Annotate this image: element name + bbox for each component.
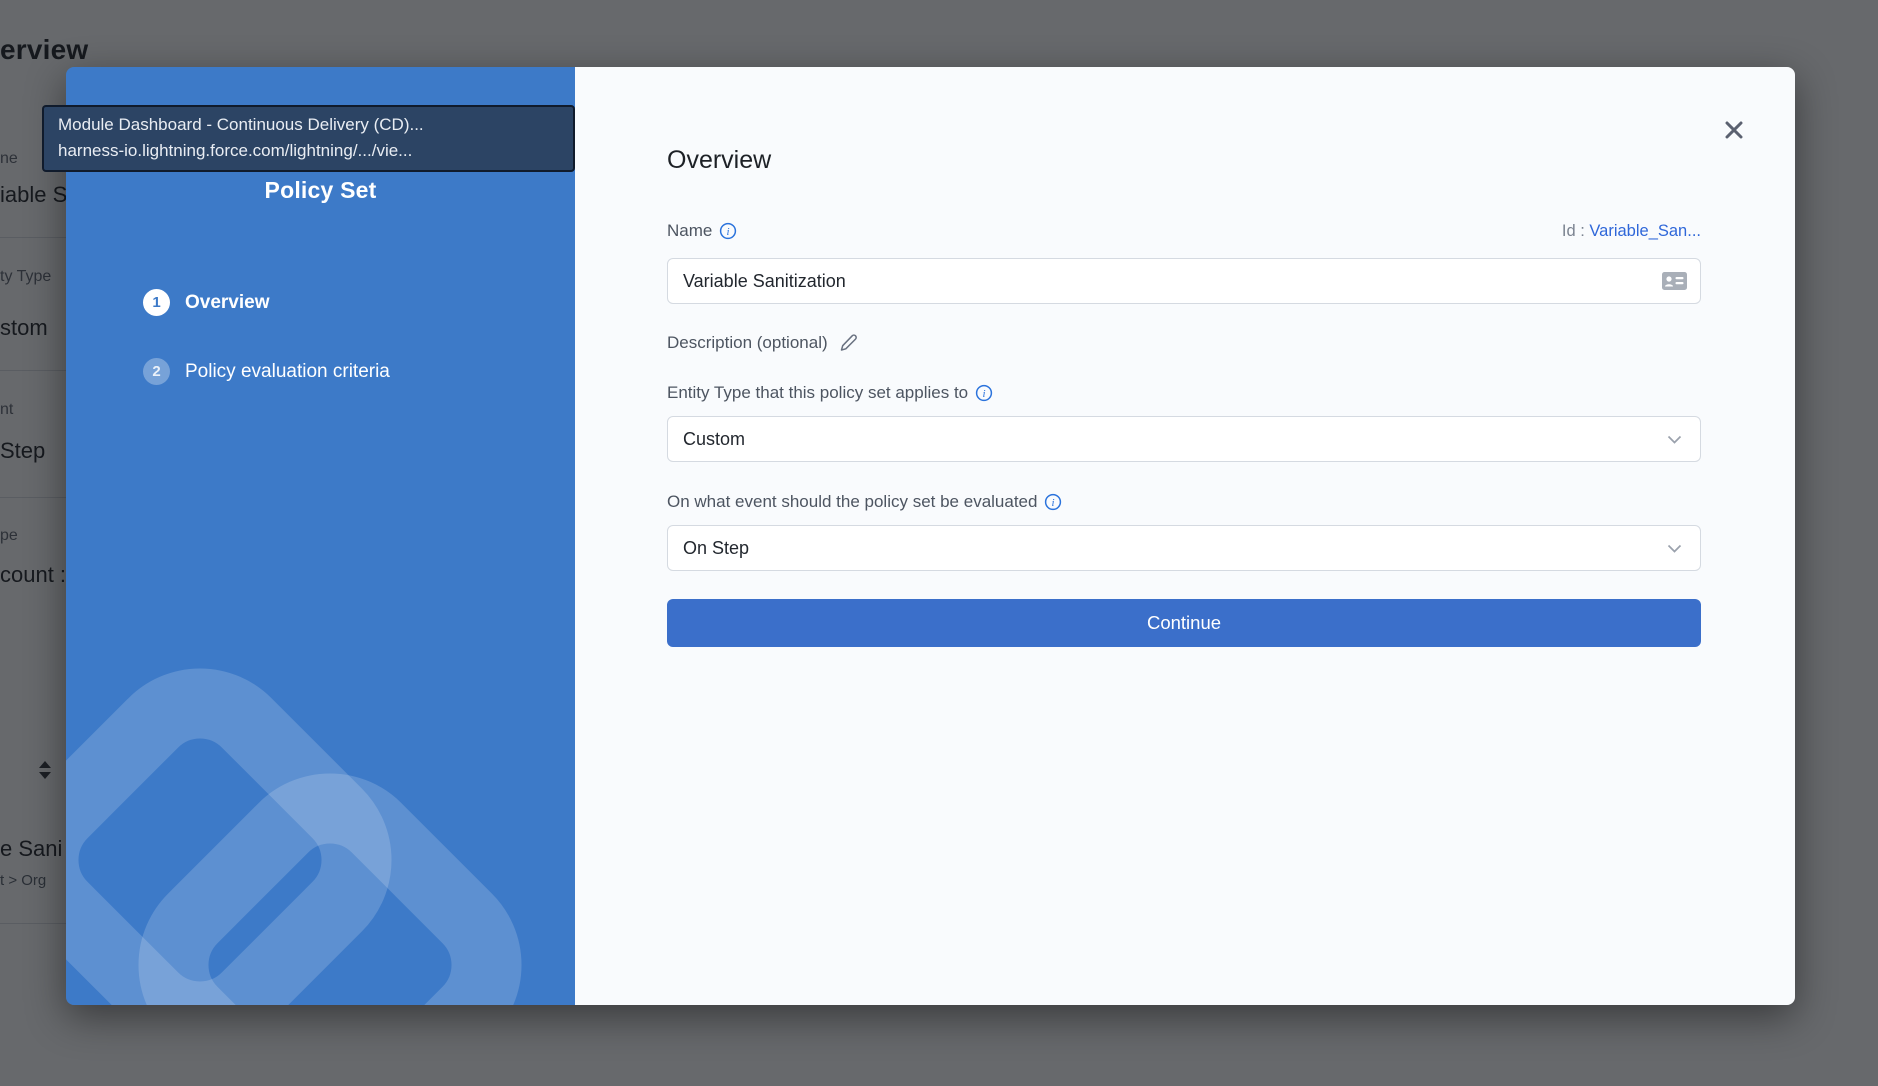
policy-set-dialog: Policy Set 1 Overview 2 Policy evaluatio…: [66, 67, 1795, 1005]
edit-pencil-icon[interactable]: [839, 333, 859, 353]
step-policy-evaluation-criteria[interactable]: 2 Policy evaluation criteria: [143, 358, 390, 385]
close-icon: [1722, 118, 1746, 142]
chevron-down-icon: [1667, 544, 1682, 553]
step-number-badge: 2: [143, 358, 170, 385]
name-field-label: Name i: [667, 221, 737, 241]
harness-logo-watermark: [66, 545, 575, 1005]
name-label-text: Name: [667, 221, 712, 241]
id-prefix: Id :: [1562, 222, 1585, 240]
continue-button[interactable]: Continue: [667, 599, 1701, 647]
step-overview[interactable]: 1 Overview: [143, 289, 390, 316]
entity-type-value: Custom: [683, 429, 745, 450]
entity-type-label: Entity Type that this policy set applies…: [667, 383, 1701, 403]
event-value: On Step: [683, 538, 749, 559]
close-button[interactable]: [1715, 111, 1753, 149]
svg-text:i: i: [727, 226, 730, 238]
info-icon[interactable]: i: [1044, 493, 1062, 511]
svg-text:i: i: [983, 388, 986, 400]
entity-type-select[interactable]: Custom: [667, 416, 1701, 462]
entity-type-label-text: Entity Type that this policy set applies…: [667, 383, 968, 403]
step-label: Overview: [185, 292, 270, 314]
event-label-text: On what event should the policy set be e…: [667, 492, 1037, 512]
step-label: Policy evaluation criteria: [185, 361, 390, 383]
wizard-title: Policy Set: [66, 177, 575, 204]
wizard-steps: 1 Overview 2 Policy evaluation criteria: [143, 289, 390, 427]
page-title: Overview: [667, 146, 1701, 175]
description-label: Description (optional): [667, 333, 828, 353]
entity-id: Id : Variable_San...: [1562, 222, 1701, 241]
info-icon[interactable]: i: [975, 384, 993, 402]
name-input[interactable]: [667, 258, 1701, 304]
svg-text:i: i: [1052, 497, 1055, 509]
step-number-badge: 1: [143, 289, 170, 316]
link-preview-tooltip: Module Dashboard - Continuous Delivery (…: [42, 105, 575, 172]
tooltip-title: Module Dashboard - Continuous Delivery (…: [58, 112, 559, 138]
id-card-icon[interactable]: [1662, 272, 1687, 295]
entity-id-link[interactable]: Variable_San...: [1589, 222, 1701, 240]
wizard-sidebar: Policy Set 1 Overview 2 Policy evaluatio…: [66, 67, 575, 1005]
overview-form-panel: Overview Name i Id : Variable_San... Des…: [575, 67, 1795, 1005]
event-select[interactable]: On Step: [667, 525, 1701, 571]
tooltip-url: harness-io.lightning.force.com/lightning…: [58, 138, 559, 164]
chevron-down-icon: [1667, 435, 1682, 444]
event-label: On what event should the policy set be e…: [667, 492, 1701, 512]
info-icon[interactable]: i: [719, 222, 737, 240]
